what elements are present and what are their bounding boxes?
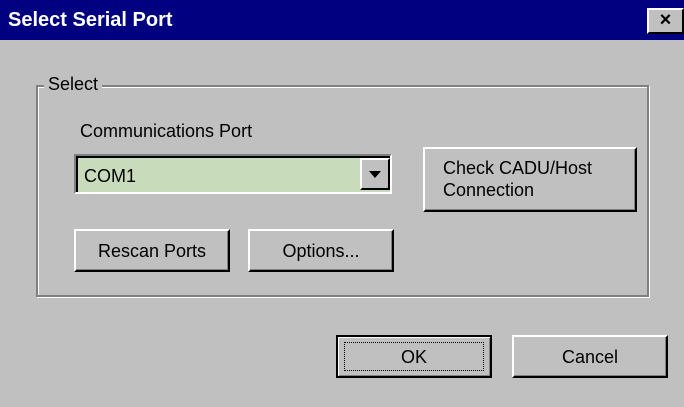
ok-button[interactable]: OK (336, 335, 492, 378)
check-cadu-host-connection-button[interactable]: Check CADU/Host Connection (423, 147, 637, 212)
window-title: Select Serial Port (8, 9, 173, 31)
close-button[interactable]: × (647, 8, 684, 34)
cancel-label: Cancel (561, 347, 619, 367)
chevron-down-icon (369, 171, 381, 178)
title-bar[interactable]: Select Serial Port × (0, 0, 684, 40)
close-icon: × (659, 9, 672, 31)
communications-port-dropdown[interactable]: COM1 (74, 154, 392, 194)
selected-port-value: COM1 (84, 166, 137, 186)
communications-port-label: Communications Port (80, 121, 253, 141)
check-connection-label: Check CADU/Host Connection (443, 158, 593, 200)
dropdown-arrow-button[interactable] (360, 158, 390, 190)
rescan-ports-label: Rescan Ports (97, 241, 207, 261)
select-serial-port-dialog: Select Serial Port × Select Communicatio… (0, 0, 684, 407)
groupbox-label: Select (44, 72, 103, 96)
options-label: Options... (282, 241, 360, 261)
options-button[interactable]: Options... (248, 229, 394, 272)
ok-label: OK (400, 347, 427, 367)
cancel-button[interactable]: Cancel (512, 335, 668, 378)
rescan-ports-button[interactable]: Rescan Ports (74, 229, 230, 272)
